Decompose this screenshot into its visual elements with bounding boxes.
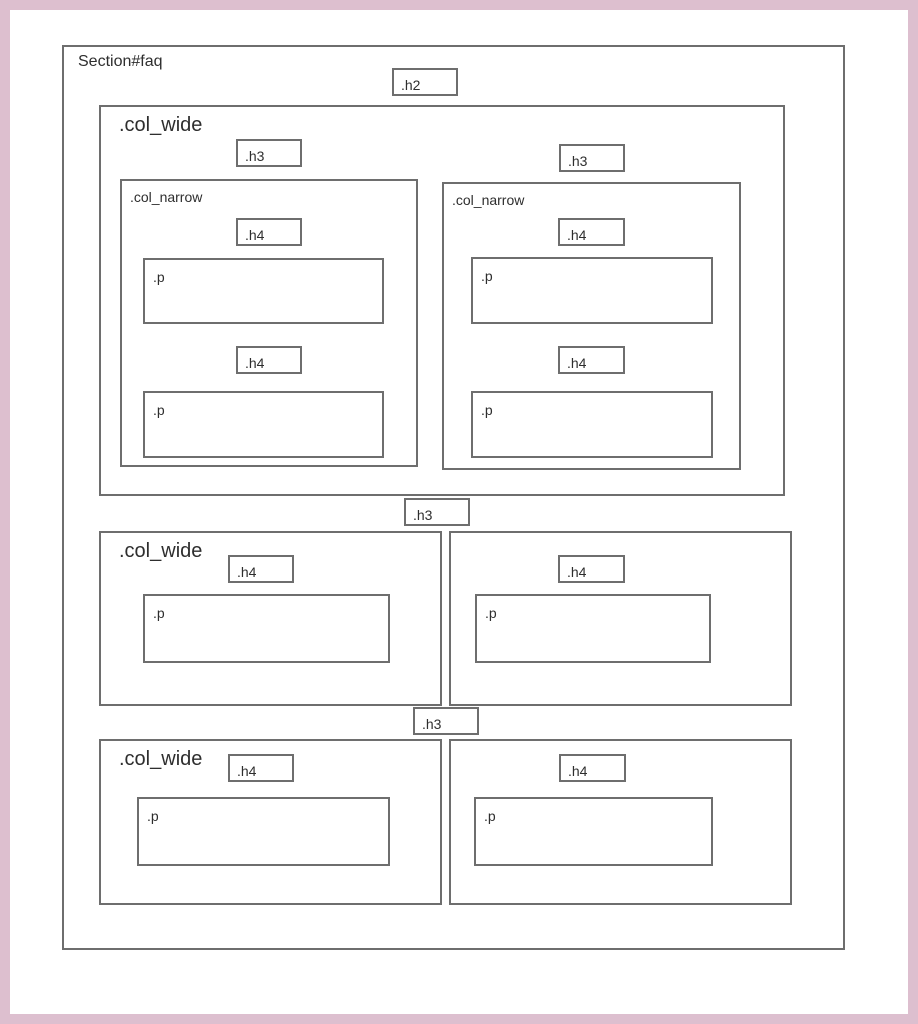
group3-right-h4-box: .h4 bbox=[559, 754, 626, 782]
group3-left-h4-label: .h4 bbox=[237, 763, 257, 779]
group3-h3-label: .h3 bbox=[422, 716, 442, 732]
group2-left-p-label: .p bbox=[153, 605, 165, 621]
narrow-right-p-1-label: .p bbox=[481, 268, 493, 284]
h2-label: .h2 bbox=[401, 77, 421, 93]
narrow-left-h4-1-label: .h4 bbox=[245, 227, 265, 243]
h2-box: .h2 bbox=[392, 68, 458, 96]
group2-h3-box: .h3 bbox=[404, 498, 470, 526]
top-h3-left-label: .h3 bbox=[245, 148, 265, 164]
narrow-right-h4-1-label: .h4 bbox=[567, 227, 587, 243]
group3-right-p-label: .p bbox=[484, 808, 496, 824]
narrow-right-p-2-label: .p bbox=[481, 402, 493, 418]
narrow-left-h4-1-box: .h4 bbox=[236, 218, 302, 246]
narrow-right-h4-2-box: .h4 bbox=[558, 346, 625, 374]
narrow-left-h4-2-box: .h4 bbox=[236, 346, 302, 374]
top-h3-right-box: .h3 bbox=[559, 144, 625, 172]
group2-col-wide-left-label: .col_wide bbox=[119, 540, 203, 562]
narrow-left-p-1-label: .p bbox=[153, 269, 165, 285]
group3-h3-box: .h3 bbox=[413, 707, 479, 735]
narrow-left-p-2-label: .p bbox=[153, 402, 165, 418]
narrow-left-h4-2-label: .h4 bbox=[245, 355, 265, 371]
top-h3-left-box: .h3 bbox=[236, 139, 302, 167]
group2-right-h4-label: .h4 bbox=[567, 564, 587, 580]
group2-right-p-label: .p bbox=[485, 605, 497, 621]
top-h3-right-label: .h3 bbox=[568, 153, 588, 169]
section-faq-label: Section#faq bbox=[78, 53, 163, 70]
col-narrow-left-label: .col_narrow bbox=[130, 189, 203, 205]
group3-left-p-label: .p bbox=[147, 808, 159, 824]
group3-col-wide-left-label: .col_wide bbox=[119, 748, 203, 770]
col-narrow-right-label: .col_narrow bbox=[452, 192, 525, 208]
narrow-right-h4-1-box: .h4 bbox=[558, 218, 625, 246]
narrow-right-h4-2-label: .h4 bbox=[567, 355, 587, 371]
group3-left-h4-box: .h4 bbox=[228, 754, 294, 782]
narrow-left-p-2-box: .p bbox=[143, 391, 384, 458]
narrow-right-p-2-box: .p bbox=[471, 391, 713, 458]
narrow-left-p-1-box: .p bbox=[143, 258, 384, 324]
top-col-wide-label: .col_wide bbox=[119, 114, 203, 136]
group3-left-p-box: .p bbox=[137, 797, 390, 866]
group2-right-p-box: .p bbox=[475, 594, 711, 663]
group2-left-h4-box: .h4 bbox=[228, 555, 294, 583]
narrow-right-p-1-box: .p bbox=[471, 257, 713, 324]
group2-left-p-box: .p bbox=[143, 594, 390, 663]
group3-right-h4-label: .h4 bbox=[568, 763, 588, 779]
group2-h3-label: .h3 bbox=[413, 507, 433, 523]
group3-right-p-box: .p bbox=[474, 797, 713, 866]
group2-right-h4-box: .h4 bbox=[558, 555, 625, 583]
group2-left-h4-label: .h4 bbox=[237, 564, 257, 580]
